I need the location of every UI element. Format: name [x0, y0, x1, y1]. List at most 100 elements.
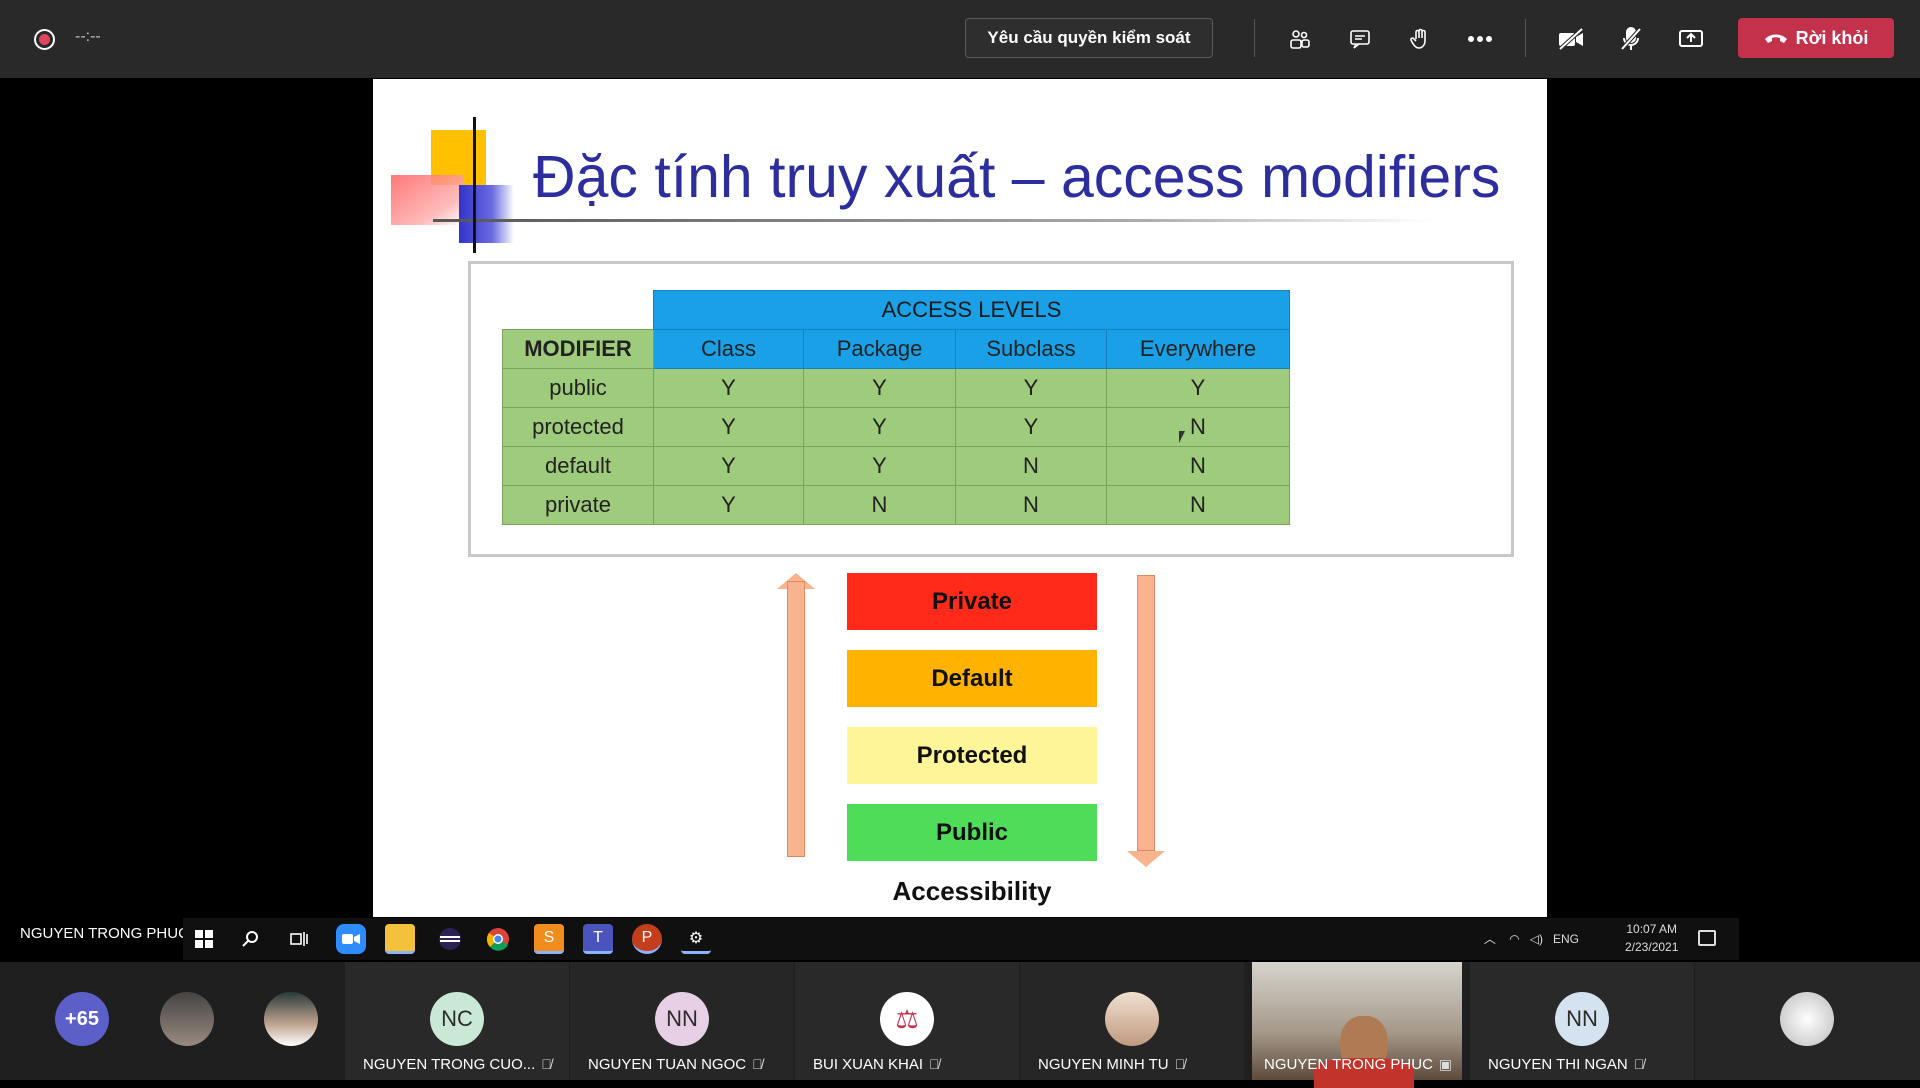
table-cell: public: [502, 368, 654, 408]
presenter-video-tile[interactable]: NGUYEN TRONG PHUC ▣: [1252, 962, 1462, 1088]
request-control-button[interactable]: Yêu cầu quyền kiểm soát: [965, 18, 1213, 58]
table-cell: Y: [955, 407, 1107, 447]
table-cell: private: [502, 485, 654, 525]
avatar: [264, 992, 318, 1046]
avatar: NN: [1555, 992, 1609, 1046]
table-row: default Y Y N N: [502, 446, 1290, 486]
raise-hand-icon[interactable]: [1403, 22, 1437, 56]
avatar: [1105, 992, 1159, 1046]
accessibility-label: Accessibility: [892, 876, 1052, 906]
meeting-toolbar: --:-- Yêu cầu quyền kiểm soát Rời khỏi: [0, 0, 1920, 78]
table-cell: Y: [653, 407, 804, 447]
participant-tile[interactable]: NGUYEN MINH TU 🎙̸: [1020, 962, 1244, 1080]
skype-icon[interactable]: S: [534, 924, 564, 954]
table-row: protected Y Y Y N: [502, 407, 1290, 447]
level-public: Public: [847, 804, 1097, 861]
avatar: NC: [430, 992, 484, 1046]
level-protected: Protected: [847, 727, 1097, 784]
participants-icon[interactable]: [1283, 22, 1317, 56]
arrow-up-icon: [787, 581, 805, 857]
table-cell: N: [1106, 407, 1290, 447]
title-decoration: [391, 175, 463, 225]
table-cell: N: [1106, 446, 1290, 486]
title-underline: [433, 219, 1433, 222]
table-cell: N: [955, 485, 1107, 525]
column-header: Everywhere: [1106, 329, 1290, 369]
camera-off-icon[interactable]: [1554, 22, 1588, 56]
more-participants-button[interactable]: +65: [55, 992, 109, 1046]
participant-tile[interactable]: ⚖ BUI XUAN KHAI 🎙̸: [795, 962, 1019, 1080]
avatar: [160, 992, 214, 1046]
table-cell: N: [1106, 485, 1290, 525]
mic-off-icon: 🎙̸: [1174, 1056, 1186, 1072]
arrow-down-icon: [1137, 575, 1155, 851]
table-row: private Y N N N: [502, 485, 1290, 525]
table-cell: protected: [502, 407, 654, 447]
mic-off-icon[interactable]: [1614, 22, 1648, 56]
recording-icon: [34, 29, 55, 50]
table-cell: Y: [653, 368, 804, 408]
column-header: Subclass: [955, 329, 1107, 369]
table-cell: Y: [803, 446, 956, 486]
table-cell: Y: [653, 485, 804, 525]
tray-chevron-icon[interactable]: ︿: [1484, 932, 1496, 946]
toolbar-divider: [1254, 19, 1255, 57]
level-private: Private: [847, 573, 1097, 630]
avatar: [1780, 992, 1834, 1046]
volume-icon[interactable]: ◁): [1530, 932, 1543, 946]
clock-date: 2/23/2021: [1625, 940, 1679, 954]
participant-tile[interactable]: [1695, 962, 1920, 1080]
more-options-icon[interactable]: [1463, 22, 1497, 56]
presenter-label: NGUYEN TRONG PHUC: [20, 925, 189, 942]
settings-gear-icon[interactable]: ⚙: [681, 924, 711, 954]
table-cell: N: [803, 485, 956, 525]
column-header: MODIFIER: [502, 329, 654, 369]
participant-name: NGUYEN TRONG PHUC: [1264, 1056, 1433, 1073]
table-row: public Y Y Y Y: [502, 368, 1290, 408]
column-header: Package: [803, 329, 956, 369]
task-view-icon[interactable]: [284, 924, 314, 954]
chat-icon[interactable]: [1343, 22, 1377, 56]
participant-tile[interactable]: NC NGUYEN TRONG CUO... 🎙̸: [345, 962, 569, 1080]
avatar: NN: [655, 992, 709, 1046]
teams-icon[interactable]: T: [583, 924, 613, 954]
participant-name: NGUYEN TRONG CUO...: [363, 1056, 536, 1073]
slide-title: Đặc tính truy xuất – access modifiers: [533, 144, 1501, 210]
chrome-icon[interactable]: [483, 924, 513, 954]
participant-name: NGUYEN THI NGAN: [1488, 1056, 1628, 1073]
powerpoint-icon[interactable]: P: [632, 924, 662, 954]
mouse-cursor-icon: [1179, 431, 1185, 443]
meeting-timer: --:--: [75, 28, 101, 45]
table-cell: N: [955, 446, 1107, 486]
eclipse-icon[interactable]: [435, 924, 465, 954]
system-tray: ︿ ◠ ◁) ENG: [1484, 930, 1579, 947]
share-screen-icon[interactable]: [1674, 22, 1708, 56]
toolbar-divider: [1525, 19, 1526, 57]
search-icon[interactable]: [236, 924, 266, 954]
mic-off-icon: 🎙̸: [541, 1056, 552, 1072]
file-explorer-icon[interactable]: [385, 924, 415, 954]
windows-taskbar: S T P ⚙ ︿ ◠ ◁) ENG: [183, 918, 1739, 960]
input-language[interactable]: ENG: [1553, 932, 1579, 946]
table-cell: default: [502, 446, 654, 486]
title-decoration: [459, 185, 514, 243]
network-icon[interactable]: ◠: [1509, 932, 1519, 946]
windows-start-icon[interactable]: [189, 924, 219, 954]
participant-tile[interactable]: NN NGUYEN THI NGAN 🎙̸: [1470, 962, 1694, 1080]
leave-label: Rời khỏi: [1795, 28, 1869, 48]
table-cell: Y: [803, 368, 956, 408]
taskbar-clock[interactable]: 10:07 AM 2/23/2021: [1625, 920, 1678, 956]
avatar: ⚖: [880, 992, 934, 1046]
zoom-app-icon[interactable]: [336, 924, 366, 954]
notifications-icon[interactable]: [1698, 930, 1716, 946]
participant-strip: +65 NC NGUYEN TRONG CUO... 🎙̸ NN NGUYEN T…: [0, 962, 1920, 1088]
clock-time: 10:07 AM: [1626, 922, 1678, 936]
presentation-slide: Đặc tính truy xuất – access modifiers AC…: [373, 79, 1547, 917]
participant-name: BUI XUAN KHAI: [813, 1056, 924, 1073]
level-default: Default: [847, 650, 1097, 707]
leave-button[interactable]: Rời khỏi: [1738, 18, 1894, 58]
table-cell: Y: [1106, 368, 1290, 408]
participant-tile[interactable]: NN NGUYEN TUAN NGOC 🎙̸: [570, 962, 794, 1080]
table-cell: Y: [955, 368, 1107, 408]
access-levels-table: ACCESS LEVELS MODIFIER Class Package Sub…: [502, 290, 1290, 525]
